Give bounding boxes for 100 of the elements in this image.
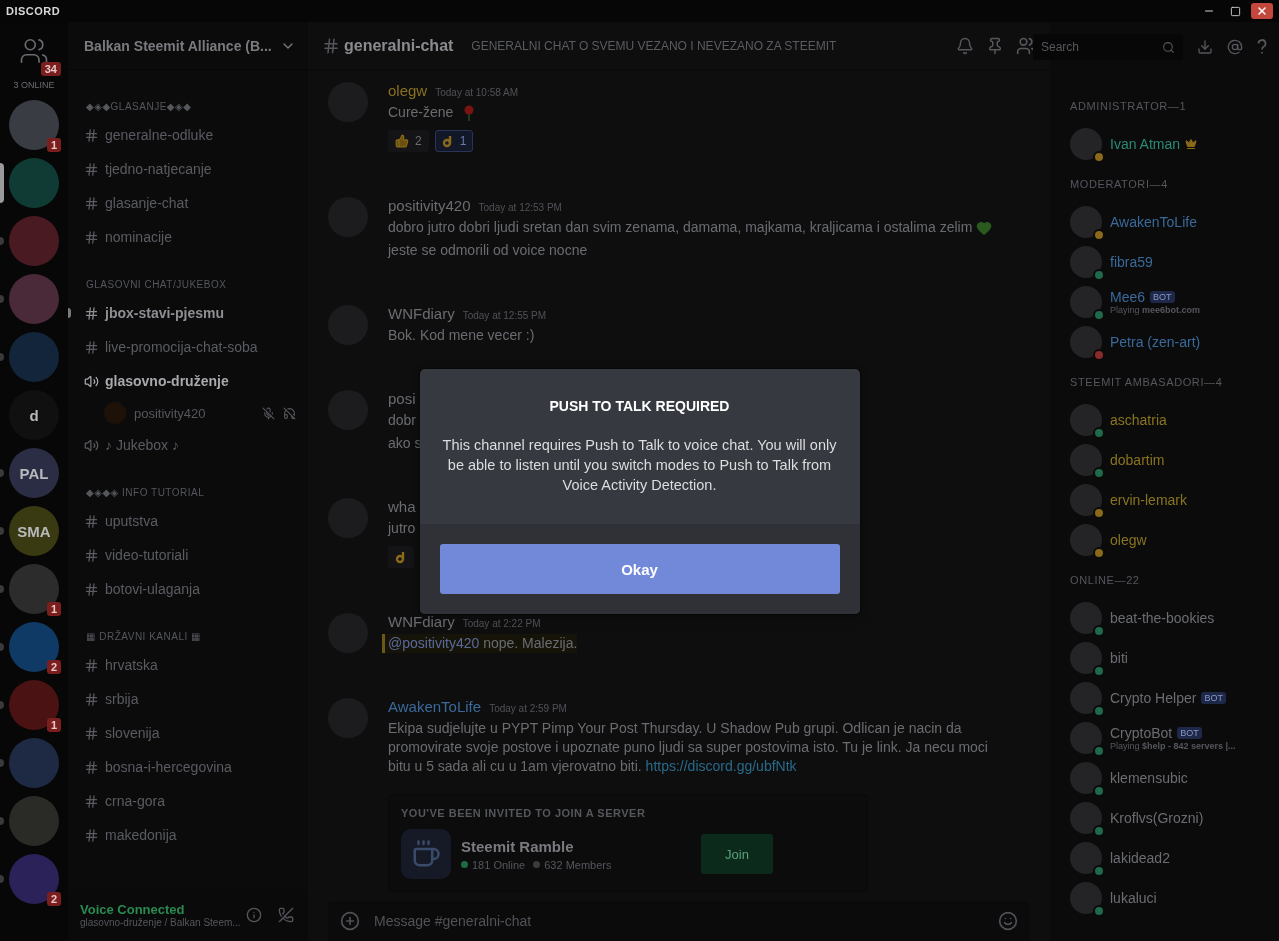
member-name: lakidead2 xyxy=(1110,850,1170,866)
member-item[interactable]: klemensubic xyxy=(1070,758,1279,798)
channel-item[interactable]: ♪ Jukebox ♪ xyxy=(68,428,308,462)
channel-item[interactable]: glasovno-druženje xyxy=(68,364,308,398)
member-item[interactable]: lakidead2 xyxy=(1070,838,1279,878)
channel-item[interactable]: srbija xyxy=(68,682,308,716)
reaction-button[interactable] xyxy=(388,546,414,568)
server-item[interactable]: SMA xyxy=(0,506,68,556)
hash-icon xyxy=(84,229,99,245)
channel-item[interactable]: bosna-i-hercegovina xyxy=(68,750,308,784)
author-name[interactable]: olegw xyxy=(388,82,428,99)
member-item[interactable]: biti xyxy=(1070,638,1279,678)
members-icon[interactable] xyxy=(1016,35,1036,56)
mention-icon[interactable] xyxy=(1227,39,1243,55)
unread-indicator xyxy=(0,701,4,709)
hash-icon xyxy=(84,691,99,707)
reaction-button[interactable]: 2 xyxy=(388,130,429,152)
member-item[interactable]: beat-the-bookies xyxy=(1070,598,1279,638)
channel-title: generalni-chat xyxy=(322,36,454,55)
category-title[interactable]: ◆◈◆◈ INFO TUTORIAL xyxy=(68,482,205,504)
hash-icon xyxy=(84,127,99,143)
message-text: Ekipa sudjelujte u PYPT Pimp Your Post Thursday. U Shadow Pub grupi. Odlican je nacin da promovirate svoje postove i upoznate puno ljudi sa super postovima isto. Tu je link. Ja necu moci bitu u 5 sada ali cu u 1am vjerovatno biti. https://discord.gg/ubfNtk xyxy=(388,719,989,776)
channel-item[interactable]: tjedno-natjecanje xyxy=(68,152,308,186)
channel-item[interactable]: hrvatska xyxy=(68,648,308,682)
member-group-title: ONLINE—22 xyxy=(1070,573,1141,588)
member-item[interactable]: aschatria xyxy=(1070,400,1279,440)
channel-item[interactable]: nominacije xyxy=(68,220,308,254)
channel-item[interactable]: live-promocija-chat-soba xyxy=(68,330,308,364)
message-text: dobro jutro dobri ljudi sretan dan svim zenama, damama, majkama, kraljicama i ostalima zelim xyxy=(388,218,993,237)
server-item[interactable]: d xyxy=(0,390,68,440)
channel-item[interactable]: slovenija xyxy=(68,716,308,750)
member-item[interactable]: olegw xyxy=(1070,520,1279,560)
member-name: dobartim xyxy=(1110,452,1165,468)
server-item[interactable]: 1 xyxy=(0,680,68,730)
info-icon[interactable] xyxy=(246,907,262,923)
hash-icon xyxy=(84,513,99,529)
channel-item[interactable]: jbox-stavi-pjesmu xyxy=(68,296,308,330)
heart-icon xyxy=(976,220,993,237)
member-item[interactable]: Petra (zen-art) xyxy=(1070,322,1279,362)
member-name: Petra (zen-art) xyxy=(1110,334,1201,350)
category-title[interactable]: GLASOVNI CHAT/JUKEBOX xyxy=(68,274,227,296)
join-button[interactable]: Join xyxy=(701,834,773,874)
author-name[interactable]: AwakenToLife xyxy=(388,698,482,715)
channel-item[interactable]: glasanje-chat xyxy=(68,186,308,220)
author-name[interactable]: WNFdiary xyxy=(388,305,455,322)
download-icon[interactable] xyxy=(1197,39,1213,55)
okay-button[interactable]: Okay xyxy=(439,544,840,594)
member-item[interactable]: dobartim xyxy=(1070,440,1279,480)
server-name-button[interactable]: Balkan Steemit Alliance (B... xyxy=(68,22,308,70)
member-item[interactable]: ervin-lemark xyxy=(1070,480,1279,520)
channel-item[interactable]: uputstva xyxy=(68,504,308,538)
speaker-icon xyxy=(84,373,99,389)
server-item[interactable]: 1 xyxy=(0,100,68,150)
notification-count: 1 xyxy=(46,718,61,732)
author-name[interactable]: WNFdiary xyxy=(388,613,455,630)
notification-count: 2 xyxy=(46,660,61,674)
server-item[interactable]: 2 xyxy=(0,622,68,672)
member-item[interactable]: Mee6 BOT Playing mee6bot.com xyxy=(1070,282,1279,322)
member-name: CryptoBot xyxy=(1110,725,1173,741)
message-link[interactable]: https://discord.gg/ubfNtk xyxy=(645,758,797,774)
emoji-icon[interactable] xyxy=(998,911,1018,931)
channel-item[interactable]: generalne-odluke xyxy=(68,118,308,152)
member-activity: Playing mee6bot.com xyxy=(1110,305,1201,315)
channel-item[interactable]: video-tutoriali xyxy=(68,538,308,572)
message-time: Today at 2:59 PM xyxy=(489,703,567,714)
member-name: ervin-lemark xyxy=(1110,492,1187,508)
category-title[interactable]: ▦ DRŽAVNI KANALI ▦ xyxy=(68,626,201,648)
server-item[interactable]: 1 xyxy=(0,564,68,614)
member-item[interactable]: Crypto Helper BOT xyxy=(1070,678,1279,718)
notification-count: 1 xyxy=(46,602,61,616)
help-icon[interactable] xyxy=(1257,39,1267,55)
hash-icon xyxy=(84,793,99,809)
channel-item[interactable]: botovi-ulaganja xyxy=(68,572,308,606)
hash-icon xyxy=(84,657,99,673)
channel-item[interactable]: crna-gora xyxy=(68,784,308,818)
pin-icon[interactable] xyxy=(986,36,1004,55)
server-item[interactable]: PAL xyxy=(0,448,68,498)
bell-icon[interactable] xyxy=(956,36,974,55)
author-name[interactable]: posi xyxy=(388,390,416,407)
member-item[interactable]: Ivan Atman xyxy=(1070,124,1279,164)
server-item[interactable]: 2 xyxy=(0,854,68,904)
reaction-button[interactable]: 1 xyxy=(434,130,474,152)
member-name: Kroflvs(Grozni) xyxy=(1110,810,1204,826)
category-title[interactable]: ◆◈◆GLASANJE◆◈◆ xyxy=(68,96,192,118)
author-name[interactable]: wha xyxy=(388,498,416,515)
member-item[interactable]: fibra59 xyxy=(1070,242,1279,282)
search-icon xyxy=(1162,40,1175,54)
unread-indicator xyxy=(0,817,4,825)
search-field[interactable]: Search xyxy=(1033,34,1183,60)
member-item[interactable]: Kroflvs(Grozni) xyxy=(1070,798,1279,838)
author-name[interactable]: positivity420 xyxy=(388,197,471,214)
plus-icon[interactable] xyxy=(340,911,360,931)
member-name: aschatria xyxy=(1110,412,1167,428)
disconnect-icon[interactable] xyxy=(278,907,294,923)
unread-indicator xyxy=(0,237,4,245)
member-item[interactable]: AwakenToLife xyxy=(1070,202,1279,242)
member-item[interactable]: lukaluci xyxy=(1070,878,1279,918)
member-item[interactable]: CryptoBot BOT Playing $help - 842 servers |... xyxy=(1070,718,1279,758)
close-button[interactable] xyxy=(1251,3,1273,19)
channel-item[interactable]: makedonija xyxy=(68,818,308,852)
